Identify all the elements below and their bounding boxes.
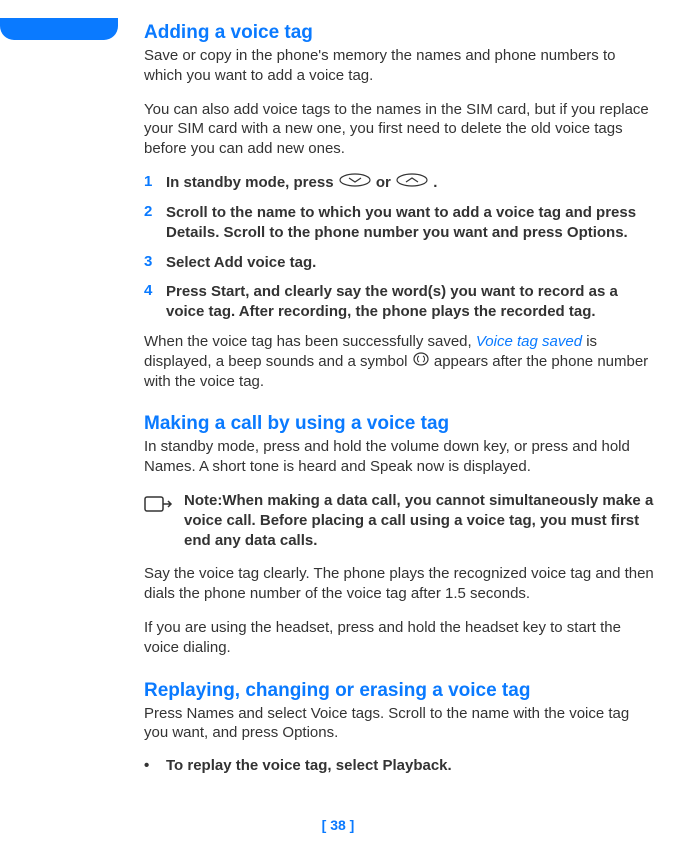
paragraph: You can also add voice tags to the names… (144, 100, 654, 159)
step-text: Select Add voice tag. (166, 253, 316, 273)
paragraph: Save or copy in the phone's memory the n… (144, 46, 654, 86)
step-3: 3 Select Add voice tag. (144, 253, 654, 273)
emphasis-text: Voice tag saved (476, 333, 582, 350)
step-number: 4 (144, 282, 166, 322)
bullet-item: • To replay the voice tag, select Playba… (144, 757, 654, 774)
step-number: 2 (144, 203, 166, 243)
note-body: When making a data call, you cannot simu… (184, 492, 653, 549)
step-number: 3 (144, 253, 166, 273)
step-text-part: . (433, 174, 437, 191)
paragraph: Press Names and select Voice tags. Scrol… (144, 704, 654, 744)
page-number: [ 38 ] (0, 817, 676, 833)
step-number: 1 (144, 173, 166, 193)
page-content: Adding a voice tag Save or copy in the p… (144, 22, 654, 774)
bullet-text: To replay the voice tag, select Playback… (166, 757, 452, 774)
paragraph: In standby mode, press and hold the volu… (144, 437, 654, 477)
section-title-making-call: Making a call by using a voice tag (144, 413, 654, 435)
section-title-adding: Adding a voice tag (144, 22, 654, 44)
step-text-part: or (376, 174, 395, 191)
paragraph: If you are using the headset, press and … (144, 618, 654, 658)
text-part: When the voice tag has been successfully… (144, 333, 476, 350)
note-label: Note: (184, 492, 222, 509)
step-text: In standby mode, press or . (166, 173, 437, 193)
key-up-icon (396, 173, 428, 193)
step-text-part: In standby mode, press (166, 174, 338, 191)
step-text: Scroll to the name to which you want to … (166, 203, 654, 243)
note-block: Note:When making a data call, you cannot… (144, 491, 654, 550)
step-2: 2 Scroll to the name to which you want t… (144, 203, 654, 243)
step-text: Press Start, and clearly say the word(s)… (166, 282, 654, 322)
header-tab (0, 18, 118, 40)
step-4: 4 Press Start, and clearly say the word(… (144, 282, 654, 322)
key-down-icon (339, 173, 371, 193)
note-icon (144, 491, 178, 550)
voice-tag-symbol-icon (413, 352, 429, 372)
section-title-replaying: Replaying, changing or erasing a voice t… (144, 680, 654, 702)
bullet-dot: • (144, 757, 166, 774)
paragraph: When the voice tag has been successfully… (144, 332, 654, 392)
note-text: Note:When making a data call, you cannot… (184, 491, 654, 550)
paragraph: Say the voice tag clearly. The phone pla… (144, 564, 654, 604)
step-1: 1 In standby mode, press or . (144, 173, 654, 193)
